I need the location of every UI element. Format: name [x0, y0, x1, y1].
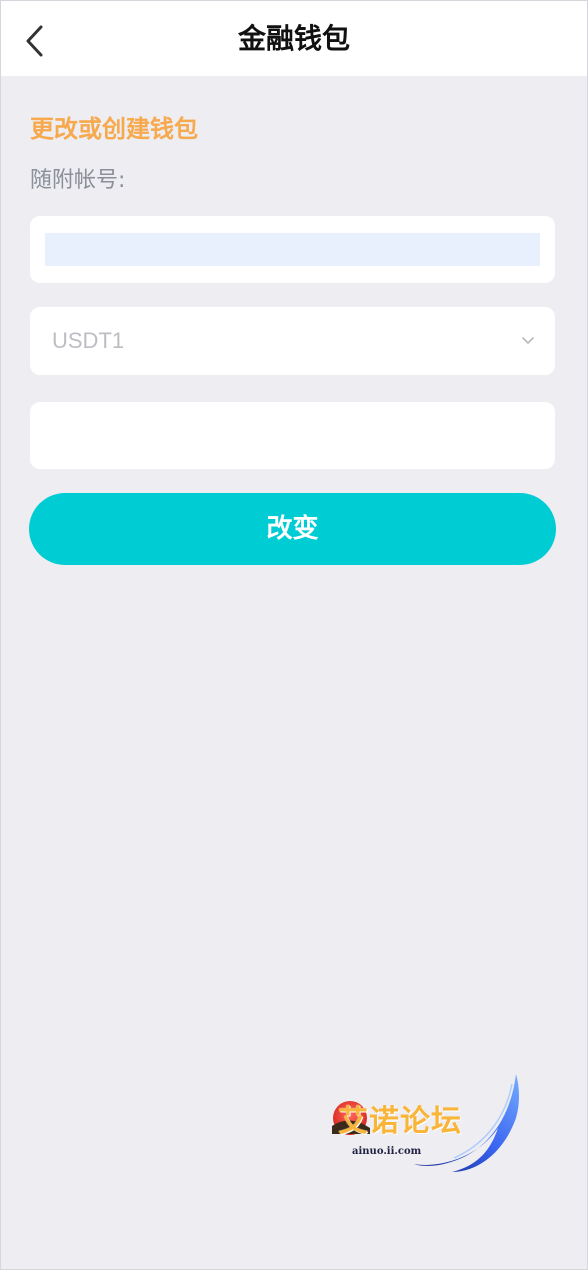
address-field-card — [30, 402, 555, 469]
account-input[interactable] — [45, 233, 540, 266]
change-button[interactable]: 改变 — [29, 493, 556, 565]
page-title: 金融钱包 — [237, 22, 350, 55]
forum-watermark: 艾诺论坛 ainuo.ii.com — [326, 1068, 522, 1180]
section-title: 更改或创建钱包 — [30, 115, 198, 143]
watermark-text: 艾诺论坛 — [338, 1104, 462, 1139]
wallet-address-input[interactable] — [45, 414, 544, 459]
chevron-down-icon — [522, 337, 534, 344]
account-field-card — [30, 216, 555, 283]
currency-select-value: USDT1 — [52, 328, 125, 353]
account-label: 随附帐号: — [30, 168, 126, 193]
watermark-domain: ainuo.ii.com — [352, 1146, 422, 1157]
currency-select[interactable]: USDT1 — [30, 307, 555, 375]
top-nav-bar: 金融钱包 — [1, 1, 587, 76]
